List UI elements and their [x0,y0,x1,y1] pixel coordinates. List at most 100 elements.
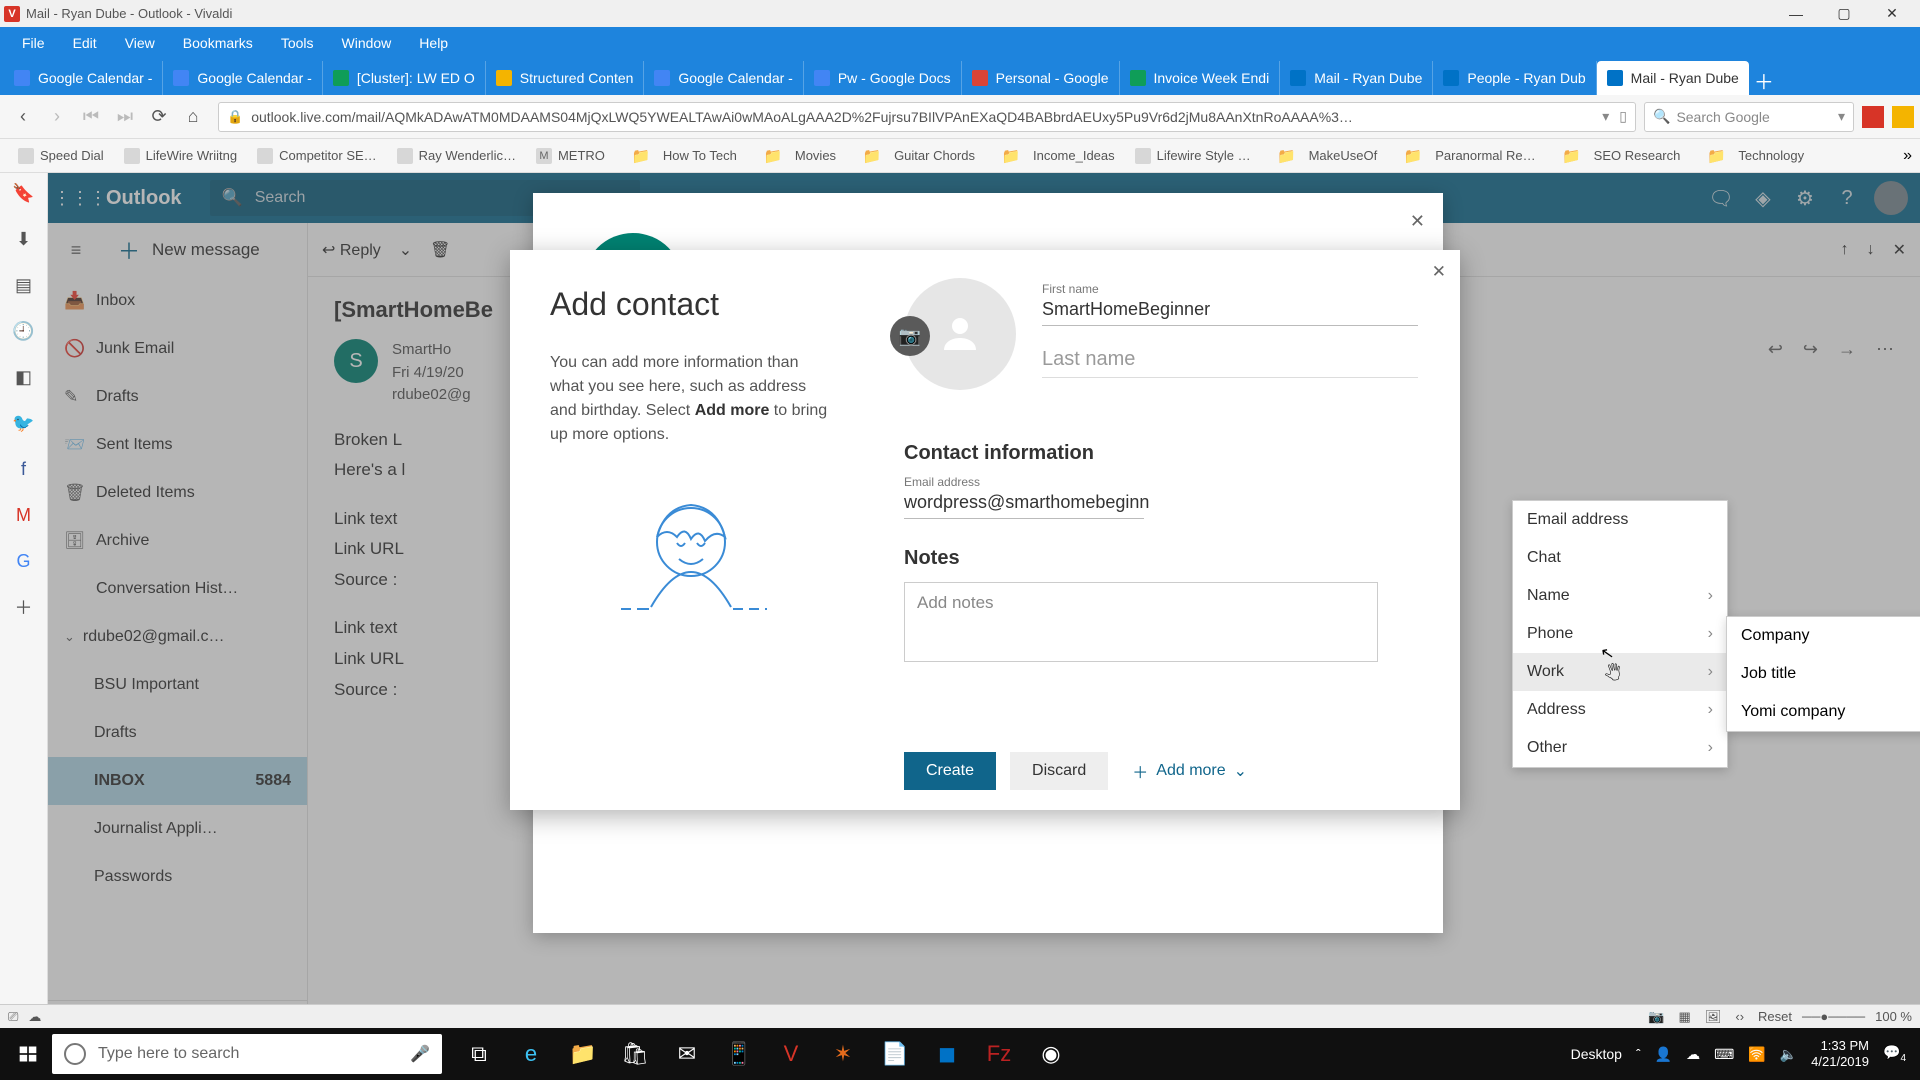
status-sync-icon[interactable]: ⎚ [8,1009,18,1025]
last-name-input[interactable]: Last name [1042,340,1418,378]
email-input[interactable]: wordpress@smarthomebeginn [904,489,1144,519]
bookmark-item[interactable]: 📁Income_Ideas [985,148,1125,164]
bookmark-item[interactable]: 📁MakeUseOf [1261,148,1388,164]
submenu-item[interactable]: Yomi company [1727,693,1920,731]
nav-back[interactable]: ‹ [6,100,40,134]
add-more-button[interactable]: ＋ Add more ⌄ [1132,759,1247,783]
window-minimize[interactable]: — [1772,0,1820,27]
menu-item[interactable]: Phone [1513,615,1727,653]
reader-mode-icon[interactable]: ▯ [1619,108,1627,125]
menu-item[interactable]: Name [1513,577,1727,615]
taskbar-notepad-icon[interactable]: 📄 [870,1030,920,1078]
panel-window-icon[interactable]: ◧ [10,363,38,391]
bookmark-item[interactable]: Ray Wenderlic… [387,148,526,164]
taskbar-mail-icon[interactable]: ✉ [662,1030,712,1078]
bookmarks-overflow-icon[interactable]: » [1903,147,1912,165]
submenu-item[interactable]: Company [1727,617,1920,655]
camera-icon[interactable]: 📷 [890,316,930,356]
taskbar-chrome-icon[interactable]: ◉ [1026,1030,1076,1078]
first-name-input[interactable]: SmartHomeBeginner [1042,296,1418,326]
panel-google-icon[interactable]: G [10,547,38,575]
nav-home[interactable]: ⌂ [176,100,210,134]
start-button[interactable] [4,1030,52,1078]
taskbar-search-input[interactable]: Type here to search 🎤 [52,1034,442,1074]
search-input[interactable]: 🔍 Search Google ▾ [1644,102,1854,132]
status-tile-icon[interactable]: ▦ [1679,1009,1691,1025]
browser-tab[interactable]: Invoice Week Endi [1120,61,1281,95]
menu-tools[interactable]: Tools [267,27,328,59]
panel-gmail-icon[interactable]: M [10,501,38,529]
status-devtools-icon[interactable]: ‹› [1735,1009,1744,1024]
browser-tab[interactable]: Google Calendar - [163,61,322,95]
search-dropdown-icon[interactable]: ▾ [1838,108,1845,125]
bookmark-item[interactable]: LifeWire Wriitng [114,148,248,164]
status-capture-icon[interactable]: 📷 [1648,1009,1664,1025]
taskbar-explorer-icon[interactable]: 📁 [558,1030,608,1078]
menu-item[interactable]: Chat [1513,539,1727,577]
panel-history-icon[interactable]: 🕘 [10,317,38,345]
bookmark-item[interactable]: 📁Paranormal Re… [1387,148,1545,164]
browser-tab[interactable]: Structured Conten [486,61,645,95]
tray-desktop-label[interactable]: Desktop [1571,1046,1622,1062]
create-button[interactable]: Create [904,752,996,790]
taskbar-store-icon[interactable]: 🛍 [610,1030,660,1078]
panel-notes-icon[interactable]: ▤ [10,271,38,299]
nav-forward[interactable]: › [40,100,74,134]
menu-view[interactable]: View [111,27,169,59]
zoom-slider[interactable]: ──●──── [1802,1009,1865,1024]
browser-tab[interactable]: Google Calendar - [4,61,163,95]
nav-ffwd[interactable]: ⏭ [108,100,142,134]
nav-reload[interactable]: ⟳ [142,100,176,134]
bookmark-item[interactable]: 📁Technology [1690,148,1814,164]
status-images-icon[interactable]: 🖼 [1705,1009,1722,1025]
taskbar-vivaldi-icon[interactable]: V [766,1030,816,1078]
taskbar-edge-icon[interactable]: e [506,1030,556,1078]
menu-edit[interactable]: Edit [59,27,111,59]
panel-twitter-icon[interactable]: 🐦 [10,409,38,437]
contact-photo-placeholder[interactable]: 📷 [904,278,1016,390]
panel-add-icon[interactable]: ＋ [10,593,38,621]
panel-bookmarks-icon[interactable]: 🔖 [10,179,38,207]
browser-tab[interactable]: Pw - Google Docs [804,61,962,95]
menu-bookmarks[interactable]: Bookmarks [169,27,267,59]
bookmark-item[interactable]: 📁SEO Research [1546,148,1691,164]
nav-rewind[interactable]: ⏮ [74,100,108,134]
window-close[interactable]: ✕ [1868,0,1916,27]
browser-tab[interactable]: People - Ryan Dub [1433,61,1596,95]
status-cloud-icon[interactable]: ☁ [28,1009,41,1025]
notes-textarea[interactable]: Add notes [904,582,1378,662]
tray-people-icon[interactable]: 👤 [1655,1046,1672,1063]
taskbar-app-icon[interactable]: ✶ [818,1030,868,1078]
bookmark-item[interactable]: MMETRO [526,148,615,164]
browser-tab[interactable]: Personal - Google [962,61,1120,95]
taskbar-filezilla-icon[interactable]: Fz [974,1030,1024,1078]
bookmark-item[interactable]: Speed Dial [8,148,114,164]
panel-downloads-icon[interactable]: ⬇ [10,225,38,253]
dialog-close-icon[interactable]: ✕ [1432,262,1446,282]
bookmark-item[interactable]: Competitor SE… [247,148,387,164]
tray-notifications-icon[interactable]: 💬4 [1883,1044,1906,1064]
menu-help[interactable]: Help [405,27,462,59]
zoom-reset[interactable]: Reset [1758,1009,1792,1024]
browser-tab[interactable]: [Cluster]: LW ED O [323,61,486,95]
tray-chevron-icon[interactable]: ˆ [1636,1046,1641,1062]
close-icon[interactable]: ✕ [1410,211,1425,232]
menu-item[interactable]: Address [1513,691,1727,729]
submenu-item[interactable]: Job title [1727,655,1920,693]
window-maximize[interactable]: ▢ [1820,0,1868,27]
new-tab-button[interactable]: ＋ [1749,65,1779,95]
menu-window[interactable]: Window [328,27,406,59]
tray-clock[interactable]: 1:33 PM 4/21/2019 [1811,1038,1869,1071]
menu-file[interactable]: File [8,27,59,59]
tray-keyboard-icon[interactable]: ⌨ [1714,1046,1734,1063]
tray-volume-icon[interactable]: 🔈 [1780,1046,1797,1063]
browser-tab[interactable]: Mail - Ryan Dube [1280,61,1433,95]
bookmark-item[interactable]: Lifewire Style … [1125,148,1261,164]
url-input[interactable]: 🔒 outlook.live.com/mail/AQMkADAwATM0MDAA… [218,102,1636,132]
bookmark-item[interactable]: 📁Guitar Chords [846,148,985,164]
bookmark-item[interactable]: 📁How To Tech [615,148,747,164]
browser-tab[interactable]: Google Calendar - [644,61,803,95]
tray-network-icon[interactable]: 🛜 [1748,1046,1765,1063]
mic-icon[interactable]: 🎤 [410,1044,430,1064]
bookmark-item[interactable]: 📁Movies [747,148,846,164]
